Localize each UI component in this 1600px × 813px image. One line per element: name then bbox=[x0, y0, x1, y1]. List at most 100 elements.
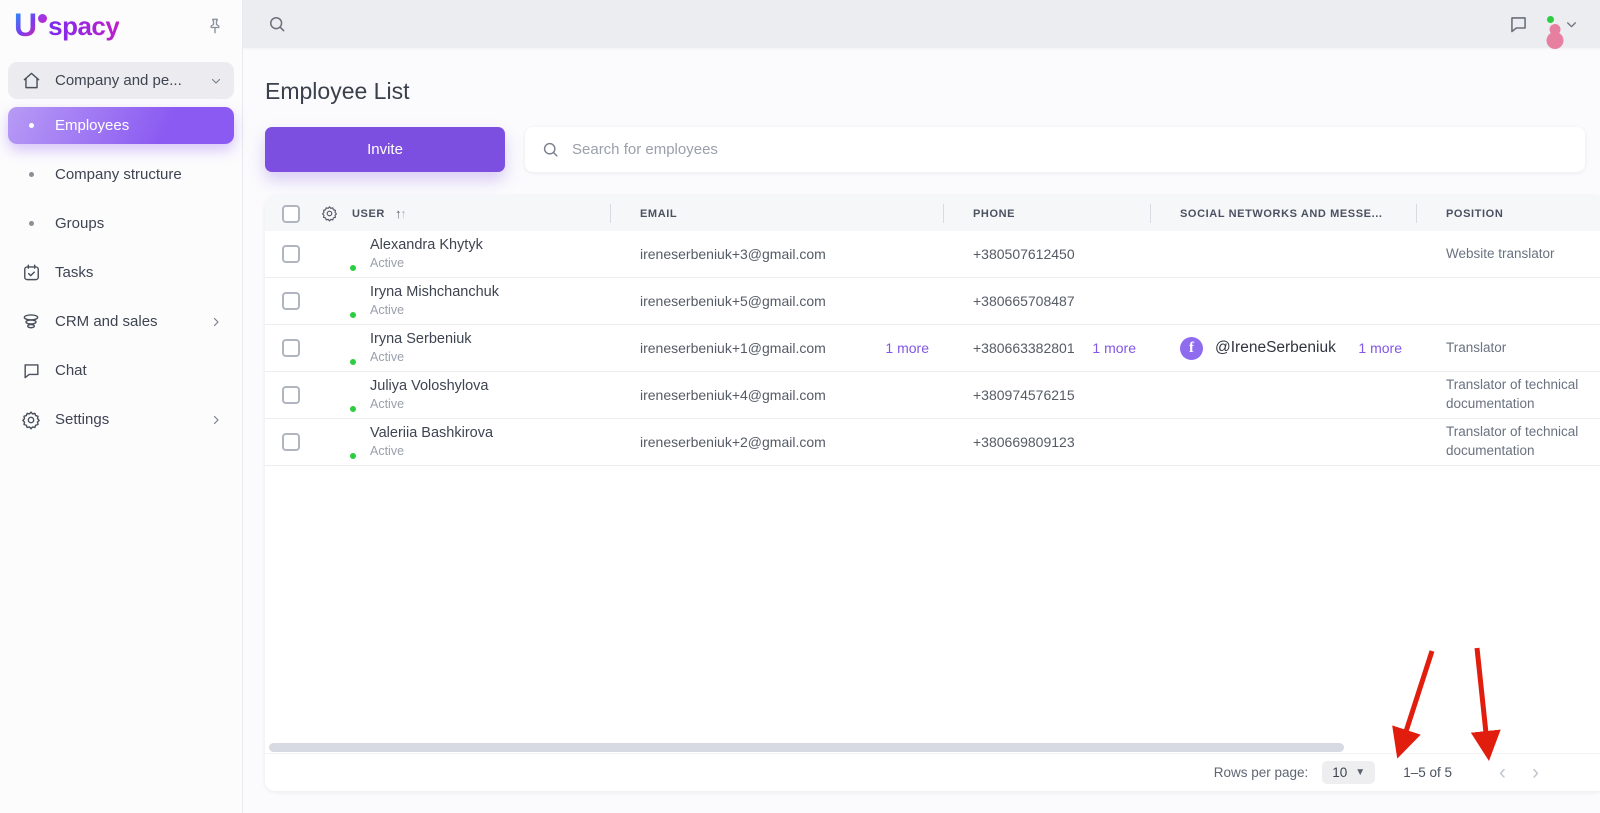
bullet-icon bbox=[29, 172, 34, 177]
employee-name[interactable]: Alexandra Khytyk bbox=[370, 236, 483, 255]
home-icon bbox=[20, 71, 42, 90]
toolbar: Invite bbox=[265, 127, 1585, 172]
social-more-link[interactable]: 1 more bbox=[1358, 340, 1416, 356]
sidebar-item-label: Employees bbox=[55, 117, 130, 134]
phone-cell[interactable]: +380507612450 bbox=[943, 231, 1150, 277]
row-checkbox[interactable] bbox=[282, 339, 300, 357]
sidebar-item-employees[interactable]: Employees bbox=[8, 107, 234, 144]
sidebar-item-label: CRM and sales bbox=[55, 313, 158, 330]
previous-page-icon[interactable]: ‹ bbox=[1486, 762, 1519, 783]
rows-per-page-value: 10 bbox=[1332, 765, 1348, 780]
email-cell[interactable]: ireneserbeniuk+3@gmail.com bbox=[610, 231, 943, 277]
select-all-checkbox[interactable] bbox=[282, 204, 300, 223]
email-cell[interactable]: ireneserbeniuk+2@gmail.com bbox=[610, 419, 943, 465]
social-cell bbox=[1150, 372, 1416, 418]
table-row[interactable]: Valeriia Bashkirova Active ireneserbeniuk… bbox=[265, 419, 1600, 466]
column-header-user[interactable]: USER bbox=[352, 208, 385, 220]
phone-cell[interactable]: +380974576215 bbox=[943, 372, 1150, 418]
sidebar-item-company-and-people[interactable]: Company and pe... bbox=[8, 62, 234, 99]
sidebar: U spacy Company and pe... Employees Comp… bbox=[0, 0, 243, 813]
employee-avatar bbox=[323, 426, 358, 461]
app-window: U spacy Company and pe... Employees Comp… bbox=[0, 0, 1600, 813]
phone-more-link[interactable]: 1 more bbox=[1092, 340, 1150, 356]
sidebar-item-label: Company structure bbox=[55, 166, 182, 183]
sidebar-item-label: Settings bbox=[55, 411, 110, 428]
online-status-dot bbox=[348, 262, 358, 273]
column-header-phone[interactable]: PHONE bbox=[973, 208, 1015, 220]
sidebar-item-groups[interactable]: Groups bbox=[8, 205, 234, 242]
horizontal-scrollbar bbox=[269, 743, 1600, 753]
email-cell[interactable]: ireneserbeniuk+5@gmail.com bbox=[610, 278, 943, 324]
sidebar-item-tasks[interactable]: Tasks bbox=[8, 254, 234, 291]
employee-avatar bbox=[323, 332, 358, 367]
row-checkbox[interactable] bbox=[282, 245, 300, 263]
table-row[interactable]: Alexandra Khytyk Active ireneserbeniuk+3@… bbox=[265, 231, 1600, 278]
employee-name[interactable]: Iryna Mishchanchuk bbox=[370, 283, 499, 302]
employee-avatar bbox=[323, 285, 358, 320]
sidebar-item-settings[interactable]: Settings bbox=[8, 401, 234, 438]
employee-name[interactable]: Juliya Voloshylova bbox=[370, 377, 489, 396]
account-menu-chevron-icon[interactable] bbox=[1565, 18, 1578, 31]
pin-sidebar-icon[interactable] bbox=[206, 17, 224, 35]
phone-cell[interactable]: +380663382801 bbox=[973, 340, 1075, 356]
employee-status: Active bbox=[370, 303, 405, 318]
social-cell bbox=[1150, 231, 1416, 277]
email-cell[interactable]: ireneserbeniuk+4@gmail.com bbox=[610, 372, 943, 418]
uspacy-logo[interactable]: U spacy bbox=[14, 7, 120, 43]
pagination-range: 1–5 of 5 bbox=[1403, 765, 1452, 780]
chevron-down-icon bbox=[210, 75, 222, 87]
rows-per-page-label: Rows per page: bbox=[1213, 765, 1309, 780]
employee-name[interactable]: Valeriia Bashkirova bbox=[370, 424, 493, 443]
global-search-icon[interactable] bbox=[267, 14, 287, 34]
sidebar-item-crm-and-sales[interactable]: CRM and sales bbox=[8, 303, 234, 340]
row-checkbox[interactable] bbox=[282, 433, 300, 451]
topbar bbox=[243, 0, 1600, 48]
employee-name[interactable]: Iryna Serbeniuk bbox=[370, 330, 472, 349]
chevron-right-icon bbox=[210, 414, 222, 426]
messages-icon[interactable] bbox=[1508, 14, 1529, 35]
logo-u-glyph: U bbox=[14, 7, 38, 43]
email-more-link[interactable]: 1 more bbox=[885, 340, 943, 356]
rows-per-page-select[interactable]: 10 ▼ bbox=[1322, 761, 1376, 784]
table-row[interactable]: Juliya Voloshylova Active ireneserbeniuk+… bbox=[265, 372, 1600, 419]
employee-avatar bbox=[323, 238, 358, 273]
calendar-check-icon bbox=[20, 263, 42, 282]
row-checkbox[interactable] bbox=[282, 292, 300, 310]
row-checkbox[interactable] bbox=[282, 386, 300, 404]
bullet-icon bbox=[29, 221, 34, 226]
sidebar-item-label: Groups bbox=[55, 215, 105, 232]
column-header-social[interactable]: SOCIAL NETWORKS AND MESSE... bbox=[1180, 208, 1383, 220]
employee-status: Active bbox=[370, 256, 405, 271]
invite-button[interactable]: Invite bbox=[265, 127, 505, 172]
column-header-email[interactable]: EMAIL bbox=[640, 208, 677, 220]
next-page-icon[interactable]: › bbox=[1519, 762, 1552, 783]
sidebar-item-label: Chat bbox=[55, 362, 87, 379]
bullet-icon bbox=[29, 123, 34, 128]
sidebar-nav: Company and pe... Employees Company stru… bbox=[0, 52, 242, 456]
employee-status: Active bbox=[370, 444, 405, 459]
table-row[interactable]: Iryna Mishchanchuk Active ireneserbeniuk+… bbox=[265, 278, 1600, 325]
employee-avatar bbox=[323, 379, 358, 414]
position-cell: Website translator bbox=[1446, 245, 1555, 261]
horizontal-scrollbar-thumb[interactable] bbox=[269, 743, 1344, 752]
phone-cell[interactable]: +380669809123 bbox=[943, 419, 1150, 465]
column-header-position[interactable]: POSITION bbox=[1446, 208, 1503, 220]
employee-search-box[interactable] bbox=[525, 127, 1585, 172]
employee-search-input[interactable] bbox=[572, 141, 1569, 158]
logo-dot bbox=[38, 14, 48, 23]
position-cell: Translator of technical documentation bbox=[1446, 424, 1579, 458]
phone-cell[interactable]: +380665708487 bbox=[943, 278, 1150, 324]
email-cell[interactable]: ireneserbeniuk+1@gmail.com bbox=[640, 340, 826, 356]
social-cell bbox=[1150, 278, 1416, 324]
chevron-down-icon: ▼ bbox=[1355, 767, 1366, 778]
table-header-row: USER ↑↑ EMAIL PHONE SOCIAL NETWORKS AND … bbox=[265, 196, 1600, 231]
sidebar-item-company-structure[interactable]: Company structure bbox=[8, 156, 234, 193]
sort-arrows-icon[interactable]: ↑↑ bbox=[395, 206, 407, 221]
table-row[interactable]: Iryna Serbeniuk Active ireneserbeniuk+1@g… bbox=[265, 325, 1600, 372]
chevron-right-icon bbox=[210, 316, 222, 328]
position-cell: Translator of technical documentation bbox=[1446, 377, 1579, 411]
social-handle[interactable]: @IreneSerbeniuk bbox=[1215, 339, 1336, 357]
column-settings-gear-icon[interactable] bbox=[321, 205, 338, 222]
sidebar-item-chat[interactable]: Chat bbox=[8, 352, 234, 389]
facebook-icon[interactable]: f bbox=[1180, 336, 1203, 360]
